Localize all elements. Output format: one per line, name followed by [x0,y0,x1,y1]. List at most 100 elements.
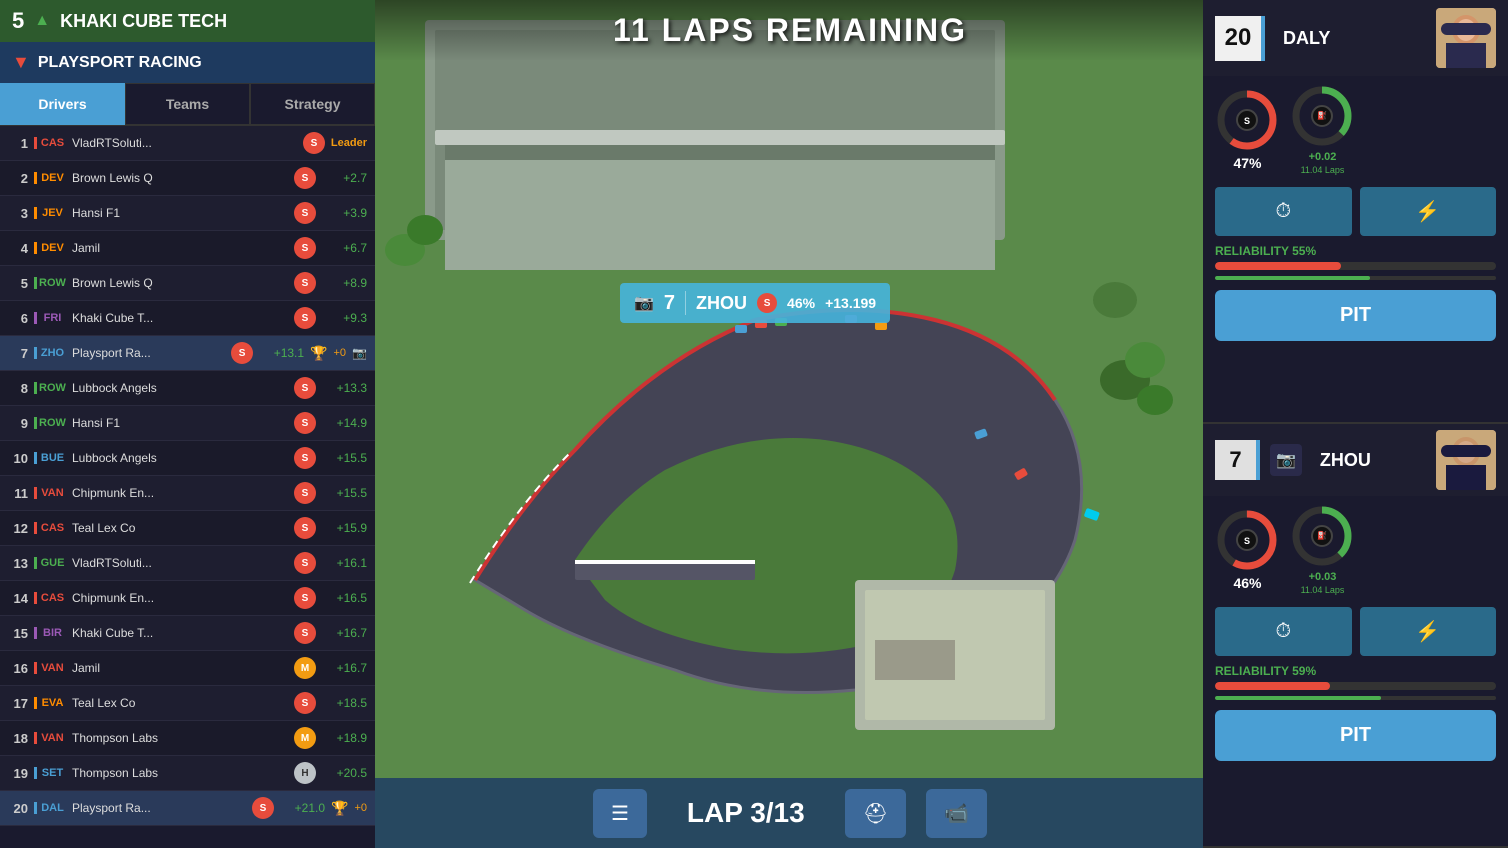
driver-stats-zhou: S 46% ⛽ +0.03 11.04 Laps [1203,496,1508,603]
driver-name: Lubbock Angels [72,451,288,465]
driver-row[interactable]: 10 BUE Lubbock Angels S +15.5 [0,441,375,476]
menu-button[interactable]: ☰ [593,789,647,838]
driver-row[interactable]: 1 CAS VladRTSoluti... S Leader [0,126,375,161]
tire-badge: S [294,167,316,189]
driver-card-header-zhou: 7 📷 ZHOU [1203,424,1508,496]
pit-button-zhou[interactable]: PIT [1215,710,1496,761]
gap-time: +20.5 [322,766,367,780]
tire-badge: S [294,307,316,329]
helmet-button[interactable]: ⛑ [845,789,906,838]
tab-teams[interactable]: Teams [125,83,250,125]
driver-name: Teal Lex Co [72,521,288,535]
pos-num: 9 [8,416,28,431]
tire-badge: S [303,132,325,154]
tab-strategy[interactable]: Strategy [250,83,375,125]
gap-time: +16.7 [322,626,367,640]
pos-num: 15 [8,626,28,641]
driver-list: 1 CAS VladRTSoluti... S Leader 2 DEV Bro… [0,126,375,848]
driver-row[interactable]: 13 GUE VladRTSoluti... S +16.1 [0,546,375,581]
driver-name-daly: DALY [1283,28,1426,49]
driver-card-header-daly: 20 DALY [1203,0,1508,76]
driver-row[interactable]: 17 EVA Teal Lex Co S +18.5 [0,686,375,721]
gap-time: +18.9 [322,731,367,745]
driver-row[interactable]: 11 VAN Chipmunk En... S +15.5 [0,476,375,511]
driver-number-zhou: 7 [1215,440,1260,480]
driver-name: Teal Lex Co [72,696,288,710]
svg-text:S: S [1244,116,1250,126]
team-tag: VAN [34,487,66,499]
hud-number: 7 [664,292,675,315]
camera-button-zhou[interactable]: 📷 [1270,444,1302,476]
pos-num: 7 [8,346,28,361]
driver-row[interactable]: 8 ROW Lubbock Angels S +13.3 [0,371,375,406]
driver-name: Khaki Cube T... [72,311,288,325]
right-panel: 20 DALY [1203,0,1508,848]
driver-row[interactable]: 16 VAN Jamil M +16.7 [0,651,375,686]
position-header: 5 ▲ KHAKI CUBE TECH [0,0,375,42]
hud-name: ZHOU [696,293,747,314]
pos-num: 5 [8,276,28,291]
pos-num: 6 [8,311,28,326]
team-tag: ROW [34,277,66,289]
gap-time: Leader [331,137,367,149]
track-background [375,0,1205,848]
gap-time: +2.7 [322,171,367,185]
driver-row[interactable]: 15 BIR Khaki Cube T... S +16.7 [0,616,375,651]
camera-icon: 📷 [352,346,367,360]
driver-name: Khaki Cube T... [72,626,288,640]
reliability-red-zhou [1215,682,1330,690]
pos-num: 8 [8,381,28,396]
pos-num: 18 [8,731,28,746]
driver-card-daly: 20 DALY [1203,0,1508,424]
team-tag: CAS [34,137,66,149]
gap-time: +3.9 [322,206,367,220]
svg-text:⛽: ⛽ [1317,110,1327,120]
tire-pct-daly: 47% [1233,155,1261,171]
driver-row[interactable]: 20 DAL Playsport Ra... S +21.0 🏆 +0 [0,791,375,826]
video-button[interactable]: 📹 [926,789,987,838]
hud-tire-pct: 46% [787,295,815,311]
driver-row[interactable]: 3 JEV Hansi F1 S +3.9 [0,196,375,231]
tire-badge: S [294,517,316,539]
reliability-green-track-zhou [1215,696,1496,700]
laps-remaining-banner: 11 LAPS REMAINING [375,0,1205,61]
gap-time: +16.1 [322,556,367,570]
team-tag: DEV [34,242,66,254]
trophy-icon: 🏆 [331,800,348,817]
tire-badge: S [294,552,316,574]
tire-pct-zhou: 46% [1233,575,1261,591]
driver-name: Hansi F1 [72,416,288,430]
driver-row[interactable]: 7 ZHO Playsport Ra... S +13.1 🏆 +0 📷 [0,336,375,371]
driver-row[interactable]: 19 SET Thompson Labs H +20.5 [0,756,375,791]
pit-button-daly[interactable]: PIT [1215,290,1496,341]
speedometer-button-zhou[interactable]: ⏱ [1215,607,1352,656]
reliability-bar-zhou: RELIABILITY 59% [1203,660,1508,704]
trophy-icon: 🏆 [310,345,327,362]
gap-time: +16.5 [322,591,367,605]
reliability-label-zhou: RELIABILITY 59% [1215,664,1496,678]
team-tag: BIR [34,627,66,639]
tab-drivers[interactable]: Drivers [0,83,125,125]
speedometer-button-daly[interactable]: ⏱ [1215,187,1352,236]
action-buttons-daly: ⏱ ⚡ [1203,183,1508,240]
bolt-button-zhou[interactable]: ⚡ [1360,607,1497,656]
driver-row[interactable]: 12 CAS Teal Lex Co S +15.9 [0,511,375,546]
zhou-hud-overlay[interactable]: 📷 7 ZHOU S 46% +13.199 [620,283,890,323]
driver-row[interactable]: 6 FRI Khaki Cube T... S +9.3 [0,301,375,336]
pos-num: 4 [8,241,28,256]
bolt-button-daly[interactable]: ⚡ [1360,187,1497,236]
hud-divider [685,291,686,315]
driver-row[interactable]: 5 ROW Brown Lewis Q S +8.9 [0,266,375,301]
driver-row[interactable]: 2 DEV Brown Lewis Q S +2.7 [0,161,375,196]
driver-row[interactable]: 9 ROW Hansi F1 S +14.9 [0,406,375,441]
tire-badge: S [294,622,316,644]
pos-num: 10 [8,451,28,466]
tire-badge: S [294,202,316,224]
driver-row[interactable]: 18 VAN Thompson Labs M +18.9 [0,721,375,756]
fuel-gauge-daly: ⛽ +0.02 11.04 Laps [1290,84,1355,175]
pos-num: 14 [8,591,28,606]
driver-name: Playsport Ra... [72,801,246,815]
driver-row[interactable]: 14 CAS Chipmunk En... S +16.5 [0,581,375,616]
driver-row[interactable]: 4 DEV Jamil S +6.7 [0,231,375,266]
left-panel: 5 ▲ KHAKI CUBE TECH ▼ PLAYSPORT RACING D… [0,0,375,848]
